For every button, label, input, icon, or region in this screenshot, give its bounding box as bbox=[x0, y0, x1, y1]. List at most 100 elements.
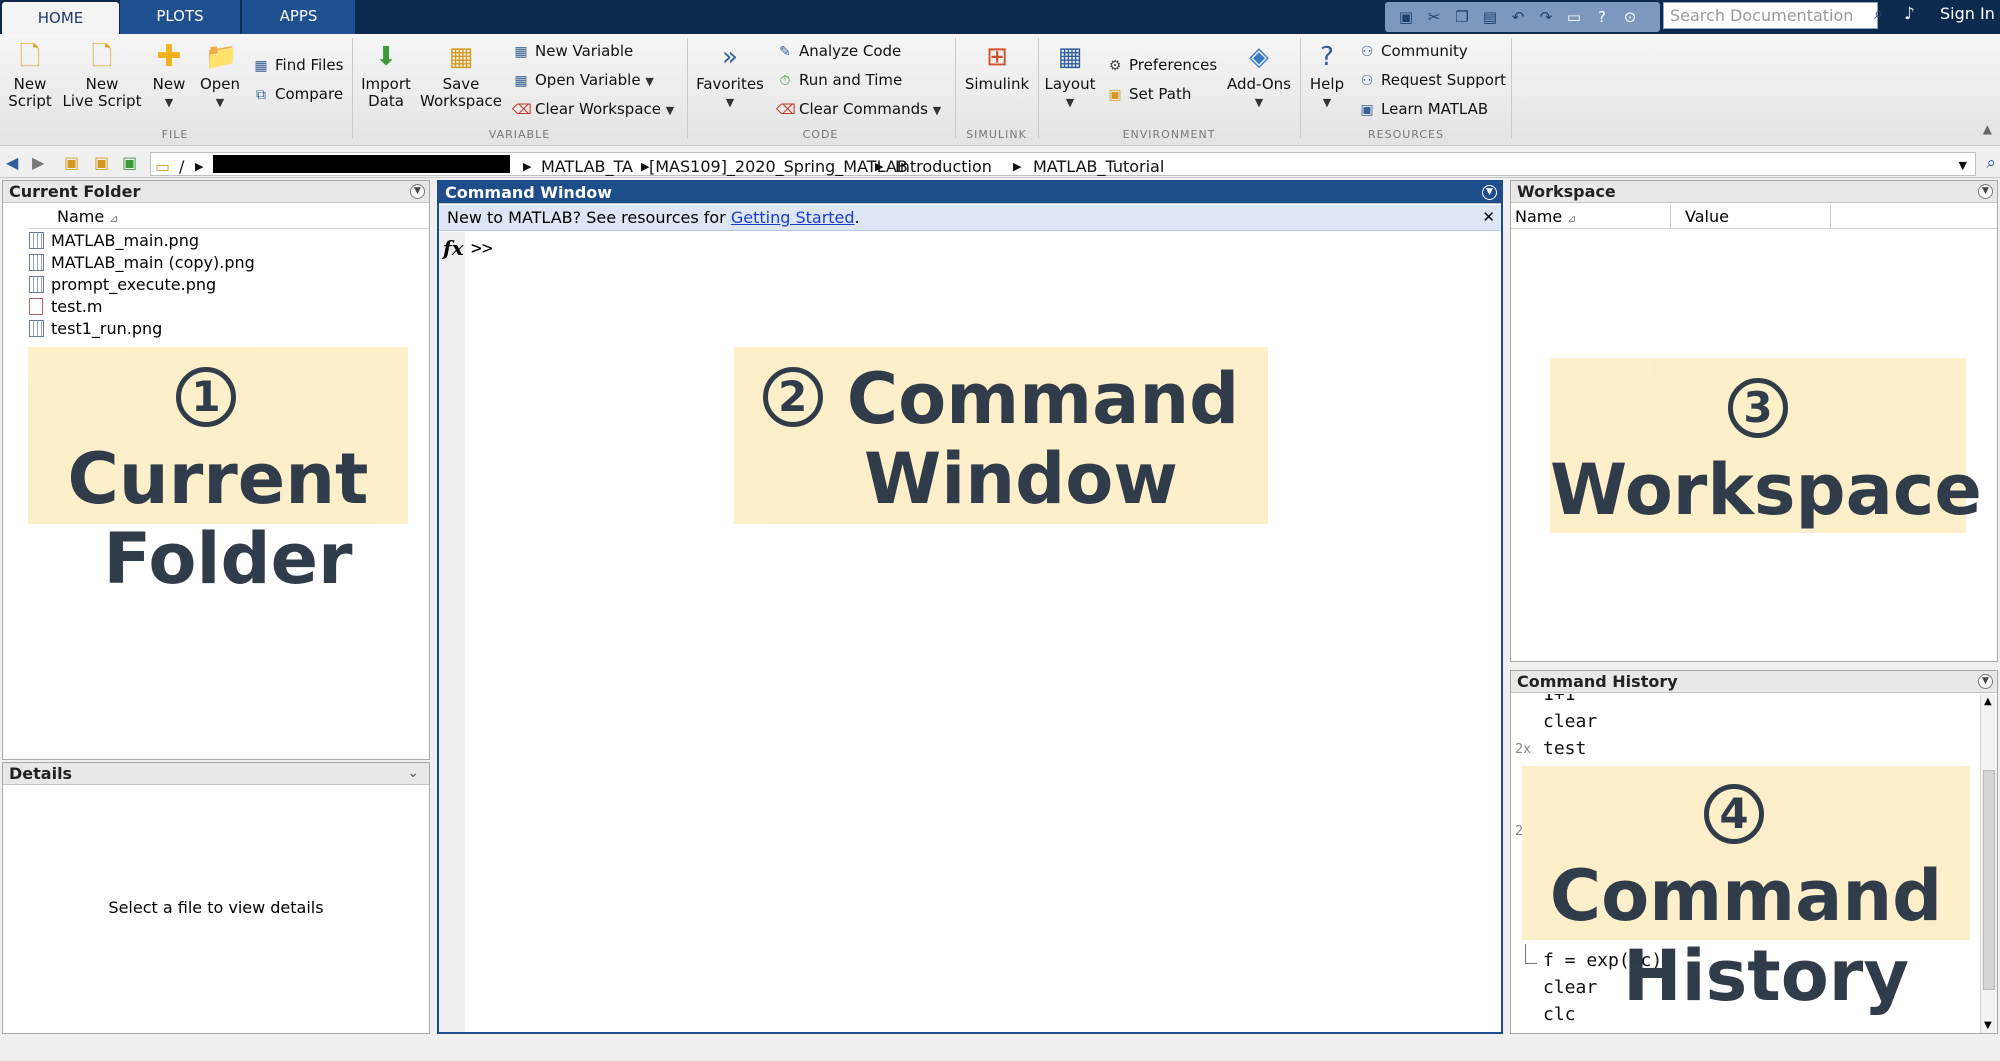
clear-commands-button[interactable]: ⌫Clear Commands ▼ bbox=[776, 100, 941, 120]
cut-icon[interactable]: ✂ bbox=[1425, 8, 1443, 26]
search-folder-icon[interactable]: ⌕ bbox=[1986, 153, 1996, 173]
file-item[interactable]: MATLAB_main.png bbox=[29, 231, 199, 250]
image-file-icon bbox=[29, 276, 44, 293]
file-item[interactable]: MATLAB_main (copy).png bbox=[29, 253, 255, 272]
clear-workspace-icon: ⌫ bbox=[512, 101, 530, 119]
browse-folder-icon[interactable]: ▣ bbox=[94, 153, 109, 172]
refresh-folder-icon[interactable]: ▣ bbox=[122, 153, 137, 172]
panel-actions-icon[interactable]: ▼ bbox=[1978, 184, 1993, 199]
breadcrumb-item[interactable]: MATLAB_Tutorial bbox=[1033, 157, 1164, 176]
breadcrumb-item[interactable]: Introduction bbox=[895, 157, 992, 176]
breadcrumb-item[interactable]: [MAS109]_2020_Spring_MATLAB bbox=[649, 157, 908, 176]
divider bbox=[1038, 38, 1039, 138]
copy-icon[interactable]: ❐ bbox=[1453, 8, 1471, 26]
chevron-down-icon[interactable]: ⌄ bbox=[407, 765, 419, 781]
redo-icon[interactable]: ↷ bbox=[1537, 8, 1555, 26]
tab-home[interactable]: HOME bbox=[2, 2, 119, 36]
forward-icon[interactable]: ▶ bbox=[32, 153, 44, 172]
history-entry[interactable]: test bbox=[1543, 738, 1586, 759]
panel-actions-icon[interactable]: ▼ bbox=[1978, 674, 1993, 689]
collapse-toolstrip-icon[interactable]: ▲ bbox=[1983, 122, 1992, 136]
file-item[interactable]: prompt_execute.png bbox=[29, 275, 216, 294]
tab-apps[interactable]: APPS bbox=[242, 0, 356, 34]
preferences-button[interactable]: ⚙Preferences bbox=[1106, 56, 1217, 75]
search-icon[interactable]: ⌕ bbox=[1874, 4, 1884, 24]
find-files-icon: ▦ bbox=[252, 57, 270, 75]
function-browser-icon[interactable]: fx bbox=[443, 236, 464, 260]
annotation-current-folder: 1Current Folder bbox=[28, 347, 408, 524]
find-files-button[interactable]: ▦Find Files bbox=[252, 56, 343, 75]
address-bar: ◀ ▶ ▣ ▣ ▣ ▭ / ▶ ▶ MATLAB_TA ▶ [MAS109]_2… bbox=[0, 150, 2000, 178]
section-label-simulink: SIMULINK bbox=[956, 128, 1037, 141]
open-variable-label: Open Variable bbox=[535, 71, 641, 89]
scroll-up-icon[interactable]: ▲ bbox=[1984, 696, 1992, 707]
panel-actions-icon[interactable]: ▼ bbox=[1482, 185, 1497, 200]
back-icon[interactable]: ◀ bbox=[6, 153, 18, 172]
name-column-header[interactable]: Name ⊿ bbox=[29, 207, 429, 229]
scrollbar-thumb[interactable] bbox=[1983, 770, 1995, 990]
search-documentation-input[interactable]: Search Documentation bbox=[1663, 2, 1878, 29]
folder-icon: ▭ bbox=[155, 157, 170, 176]
save-icon[interactable]: ▣ bbox=[1397, 8, 1415, 26]
open-button[interactable]: 📁 Open▼ bbox=[196, 42, 244, 111]
workspace-name-header[interactable]: Name ⊿ bbox=[1511, 205, 1671, 229]
breadcrumb-item[interactable]: MATLAB_TA bbox=[541, 157, 633, 176]
scroll-down-icon[interactable]: ▼ bbox=[1984, 1020, 1992, 1031]
file-item[interactable]: test.m bbox=[29, 297, 102, 316]
run-and-time-button[interactable]: ⏱Run and Time bbox=[776, 71, 902, 90]
new-live-script-button[interactable]: 🗋 New Live Script bbox=[62, 42, 142, 110]
panel-actions-icon[interactable]: ▼ bbox=[410, 184, 425, 199]
breadcrumb-separator-icon: ▶ bbox=[523, 160, 531, 173]
breadcrumb-root[interactable]: / bbox=[179, 157, 184, 176]
undo-icon[interactable]: ↶ bbox=[1509, 8, 1527, 26]
up-folder-icon[interactable]: ▣ bbox=[64, 153, 79, 172]
save-workspace-button[interactable]: ▦ Save Workspace bbox=[418, 42, 504, 110]
help-icon[interactable]: ? bbox=[1593, 8, 1611, 26]
help-button[interactable]: ? Help▼ bbox=[1306, 42, 1348, 111]
layout-icon: ▦ bbox=[1055, 42, 1085, 72]
new-variable-label: New Variable bbox=[535, 42, 633, 60]
tab-plots[interactable]: PLOTS bbox=[120, 0, 241, 34]
simulink-button[interactable]: ⊞ Simulink bbox=[962, 42, 1032, 93]
request-support-button[interactable]: ⚇Request Support bbox=[1358, 71, 1506, 90]
favorites-button[interactable]: » Favorites▼ bbox=[694, 42, 766, 111]
learn-matlab-button[interactable]: ▣Learn MATLAB bbox=[1358, 100, 1488, 119]
chevron-down-icon: ▼ bbox=[216, 96, 224, 109]
import-data-button[interactable]: ⬇ Import Data bbox=[358, 42, 414, 110]
open-variable-button[interactable]: ▦Open Variable ▼ bbox=[512, 71, 654, 91]
new-button[interactable]: ✚ New▼ bbox=[148, 42, 190, 111]
customize-icon[interactable]: ⊙ bbox=[1621, 8, 1639, 26]
gear-icon: ⚙ bbox=[1106, 57, 1124, 75]
getting-started-link[interactable]: Getting Started bbox=[731, 208, 855, 227]
sign-in-link[interactable]: Sign In bbox=[1940, 4, 1995, 23]
history-scrollbar[interactable]: ▲ ▼ bbox=[1980, 694, 1997, 1033]
notification-bell-icon[interactable]: ♪ bbox=[1904, 4, 1915, 24]
new-script-button[interactable]: 🗋 New Script bbox=[4, 42, 56, 110]
annotation-line: Workspace bbox=[1550, 450, 1966, 530]
divider bbox=[352, 38, 353, 138]
command-prompt[interactable]: >> bbox=[471, 238, 493, 259]
section-label-file: FILE bbox=[0, 128, 350, 141]
community-button[interactable]: ⚇Community bbox=[1358, 42, 1468, 61]
new-variable-button[interactable]: ▦New Variable bbox=[512, 42, 633, 61]
compare-button[interactable]: ⧉Compare bbox=[252, 85, 343, 104]
close-icon[interactable]: ✕ bbox=[1482, 208, 1495, 226]
paste-icon[interactable]: ▤ bbox=[1481, 8, 1499, 26]
breadcrumb-separator-icon: ▶ bbox=[195, 160, 203, 173]
import-data-label: Import Data bbox=[361, 75, 411, 110]
file-item[interactable]: test1_run.png bbox=[29, 319, 162, 338]
set-path-button[interactable]: ▣Set Path bbox=[1106, 85, 1191, 104]
chevron-down-icon[interactable]: ▼ bbox=[1959, 159, 1967, 172]
switch-windows-icon[interactable]: ▭ bbox=[1565, 8, 1583, 26]
set-path-icon: ▣ bbox=[1106, 86, 1124, 104]
layout-button[interactable]: ▦ Layout▼ bbox=[1042, 42, 1098, 111]
analyze-code-button[interactable]: ✎Analyze Code bbox=[776, 42, 901, 61]
annotation-number: 3 bbox=[1728, 378, 1788, 438]
history-entry[interactable]: clear bbox=[1543, 711, 1597, 732]
history-entry[interactable]: 1+1 bbox=[1543, 694, 1576, 705]
workspace-value-header[interactable]: Value bbox=[1671, 205, 1831, 229]
chevron-down-icon: ▼ bbox=[645, 75, 653, 88]
clear-workspace-button[interactable]: ⌫Clear Workspace ▼ bbox=[512, 100, 674, 120]
add-ons-button[interactable]: ◈ Add-Ons▼ bbox=[1226, 42, 1292, 111]
new-live-script-label: New Live Script bbox=[63, 75, 142, 110]
